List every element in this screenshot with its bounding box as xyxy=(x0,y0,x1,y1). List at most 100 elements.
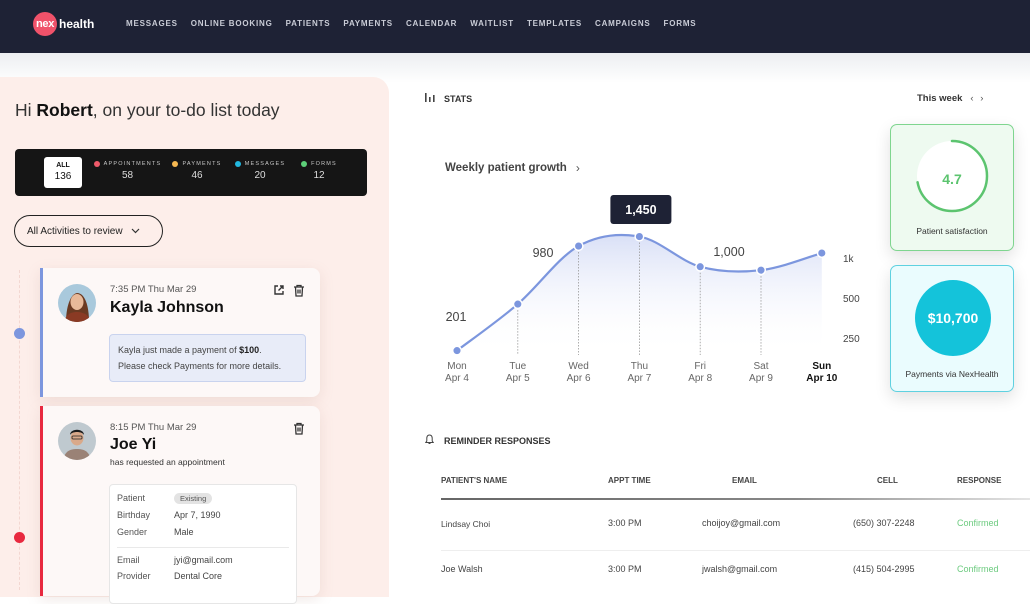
filter-label: PAYMENTS xyxy=(182,161,222,167)
detail-label: Patient xyxy=(117,493,146,503)
trash-icon[interactable] xyxy=(292,283,306,297)
column-header-email[interactable]: EMAIL xyxy=(732,476,757,485)
payments-dot-icon xyxy=(172,161,179,167)
greeting-prefix: Hi xyxy=(15,100,37,120)
payments-total: $10,700 xyxy=(927,310,979,326)
payments-total-circle: $10,700 xyxy=(915,280,991,356)
y-axis-tick-label: 250 xyxy=(843,334,860,345)
period-selector[interactable]: This week ‹ › xyxy=(917,93,985,104)
column-header-cell[interactable]: CELL xyxy=(877,476,898,485)
patient-satisfaction-card[interactable]: 4.7 Patient satisfaction xyxy=(890,124,1014,251)
chart-title-link[interactable]: Weekly patient growth › xyxy=(445,161,580,175)
logo-mark: nex xyxy=(33,12,57,36)
detail-label: Provider xyxy=(117,571,151,581)
x-axis-tick-date: Apr 9 xyxy=(749,373,773,384)
cell-patient-name: Lindsay Choi xyxy=(441,519,491,529)
detail-label: Birthday xyxy=(117,510,151,520)
chart-data-point[interactable] xyxy=(634,231,645,242)
detail-row-provider: Provider Dental Core xyxy=(117,571,222,581)
table-header-divider xyxy=(441,498,1030,500)
chart-data-label: 980 xyxy=(533,246,554,260)
x-axis-tick-day: Mon xyxy=(447,361,466,372)
nav-item-online-booking[interactable]: ONLINE BOOKING xyxy=(191,19,273,28)
column-header-appt-time[interactable]: APPT TIME xyxy=(608,476,651,485)
column-header-patient-name[interactable]: PATIENT'S NAME xyxy=(441,476,507,485)
filter-appointments[interactable]: APPOINTMENTS 58 xyxy=(90,161,165,181)
card-timestamp: 7:35 PM Thu Mar 29 xyxy=(110,284,197,295)
nexhealth-logo[interactable]: nex health xyxy=(33,12,94,36)
x-axis-tick-day: Wed xyxy=(568,361,588,372)
message-text: Please check Payments for more details. xyxy=(118,361,282,371)
filter-count: 12 xyxy=(313,170,325,181)
reminder-responses-title: REMINDER RESPONSES xyxy=(444,435,551,446)
x-axis-tick-day: Tue xyxy=(509,361,526,372)
activity-filter-dropdown[interactable]: All Activities to review xyxy=(14,215,163,247)
patient-status-badge: Existing xyxy=(174,493,213,504)
nav-item-calendar[interactable]: CALENDAR xyxy=(406,19,457,28)
chart-data-point[interactable] xyxy=(512,299,523,310)
x-axis-tick-day: Thu xyxy=(631,361,648,372)
nav-item-payments[interactable]: PAYMENTS xyxy=(343,19,393,28)
payments-card[interactable]: $10,700 Payments via NexHealth xyxy=(890,265,1014,392)
chart-data-point[interactable] xyxy=(451,345,463,356)
detail-value: jyi@gmail.com xyxy=(174,555,233,565)
card-timestamp: 8:15 PM Thu Mar 29 xyxy=(110,422,197,433)
card-accent-bar xyxy=(40,406,43,596)
payment-amount: $100 xyxy=(239,345,260,355)
detail-row-email: Email jyi@gmail.com xyxy=(117,555,233,565)
filter-payments[interactable]: PAYMENTS 46 xyxy=(171,161,223,181)
filter-messages[interactable]: MESSAGES 20 xyxy=(234,161,286,181)
nav-item-templates[interactable]: TEMPLATES xyxy=(527,19,582,28)
nav-item-forms[interactable]: FORMS xyxy=(664,19,697,28)
filter-count: 20 xyxy=(254,170,266,181)
y-axis-tick-label: 1k xyxy=(843,254,855,265)
nav-item-campaigns[interactable]: CAMPAIGNS xyxy=(595,19,651,28)
detail-value: Male xyxy=(174,527,194,537)
filter-label: MESSAGES xyxy=(244,161,286,167)
nav-item-messages[interactable]: MESSAGES xyxy=(126,19,178,28)
nav-item-patients[interactable]: PATIENTS xyxy=(286,19,331,28)
chart-data-point[interactable] xyxy=(755,265,767,276)
cell-email: choijoy@gmail.com xyxy=(702,518,781,528)
activity-card-payment[interactable]: 7:35 PM Thu Mar 29 Kayla Johnson Kayla j… xyxy=(40,268,320,397)
appointment-details: Patient Existing Birthday Apr 7, 1990 Gend… xyxy=(109,484,297,604)
period-nav-arrows-icon[interactable]: ‹ › xyxy=(970,93,985,104)
chart-data-point[interactable] xyxy=(816,247,827,259)
activity-filter-value: All Activities to review xyxy=(27,225,123,237)
message-text: . xyxy=(259,345,262,355)
card-patient-name: Joe Yi xyxy=(110,436,157,453)
detail-value: Dental Core xyxy=(174,571,223,581)
cell-response-status: Confirmed xyxy=(957,518,999,528)
detail-value: Apr 7, 1990 xyxy=(174,510,221,520)
x-axis-tick-date: Apr 5 xyxy=(506,373,530,384)
x-axis-tick-day: Sat xyxy=(753,361,768,372)
open-external-icon[interactable] xyxy=(272,283,286,297)
nav-item-waitlist[interactable]: WAITLIST xyxy=(470,19,514,28)
card-message: Kayla just made a payment of $100. Pleas… xyxy=(109,334,306,382)
main-nav: MESSAGES ONLINE BOOKING PATIENTS PAYMENT… xyxy=(126,19,709,28)
cell-email: jwalsh@gmail.com xyxy=(702,564,778,574)
detail-row-birthday: Birthday Apr 7, 1990 xyxy=(117,510,221,520)
x-axis-tick-date: Apr 10 xyxy=(806,373,838,384)
activity-card-appointment[interactable]: 8:15 PM Thu Mar 29 Joe Yi has requested … xyxy=(40,406,320,604)
x-axis-tick-date: Apr 6 xyxy=(567,373,591,384)
chart-data-point[interactable] xyxy=(573,241,584,252)
trash-icon[interactable] xyxy=(292,421,306,435)
x-axis-tick-day: Fri xyxy=(694,361,706,372)
filter-all[interactable]: ALL 136 xyxy=(44,157,82,188)
cell-phone: (415) 504-2995 xyxy=(853,564,915,574)
timeline-dot-payment xyxy=(14,328,25,339)
message-text: Kayla just made a payment of xyxy=(118,345,240,355)
chart-data-point[interactable] xyxy=(695,261,706,272)
stats-header: STATS xyxy=(425,93,472,104)
card-accent-bar xyxy=(40,268,43,397)
y-axis-tick-label: 500 xyxy=(843,294,860,305)
top-navigation-bar: nex health MESSAGES ONLINE BOOKING PATIE… xyxy=(0,0,1030,53)
logo-wordmark: health xyxy=(59,17,95,31)
detail-label: Email xyxy=(117,555,140,565)
column-header-response[interactable]: RESPONSE xyxy=(957,476,1001,485)
timeline-dot-appointment xyxy=(14,532,25,543)
user-name: Robert xyxy=(36,100,93,120)
filter-forms[interactable]: FORMS 12 xyxy=(298,161,340,181)
satisfaction-label: Patient satisfaction xyxy=(916,226,988,236)
